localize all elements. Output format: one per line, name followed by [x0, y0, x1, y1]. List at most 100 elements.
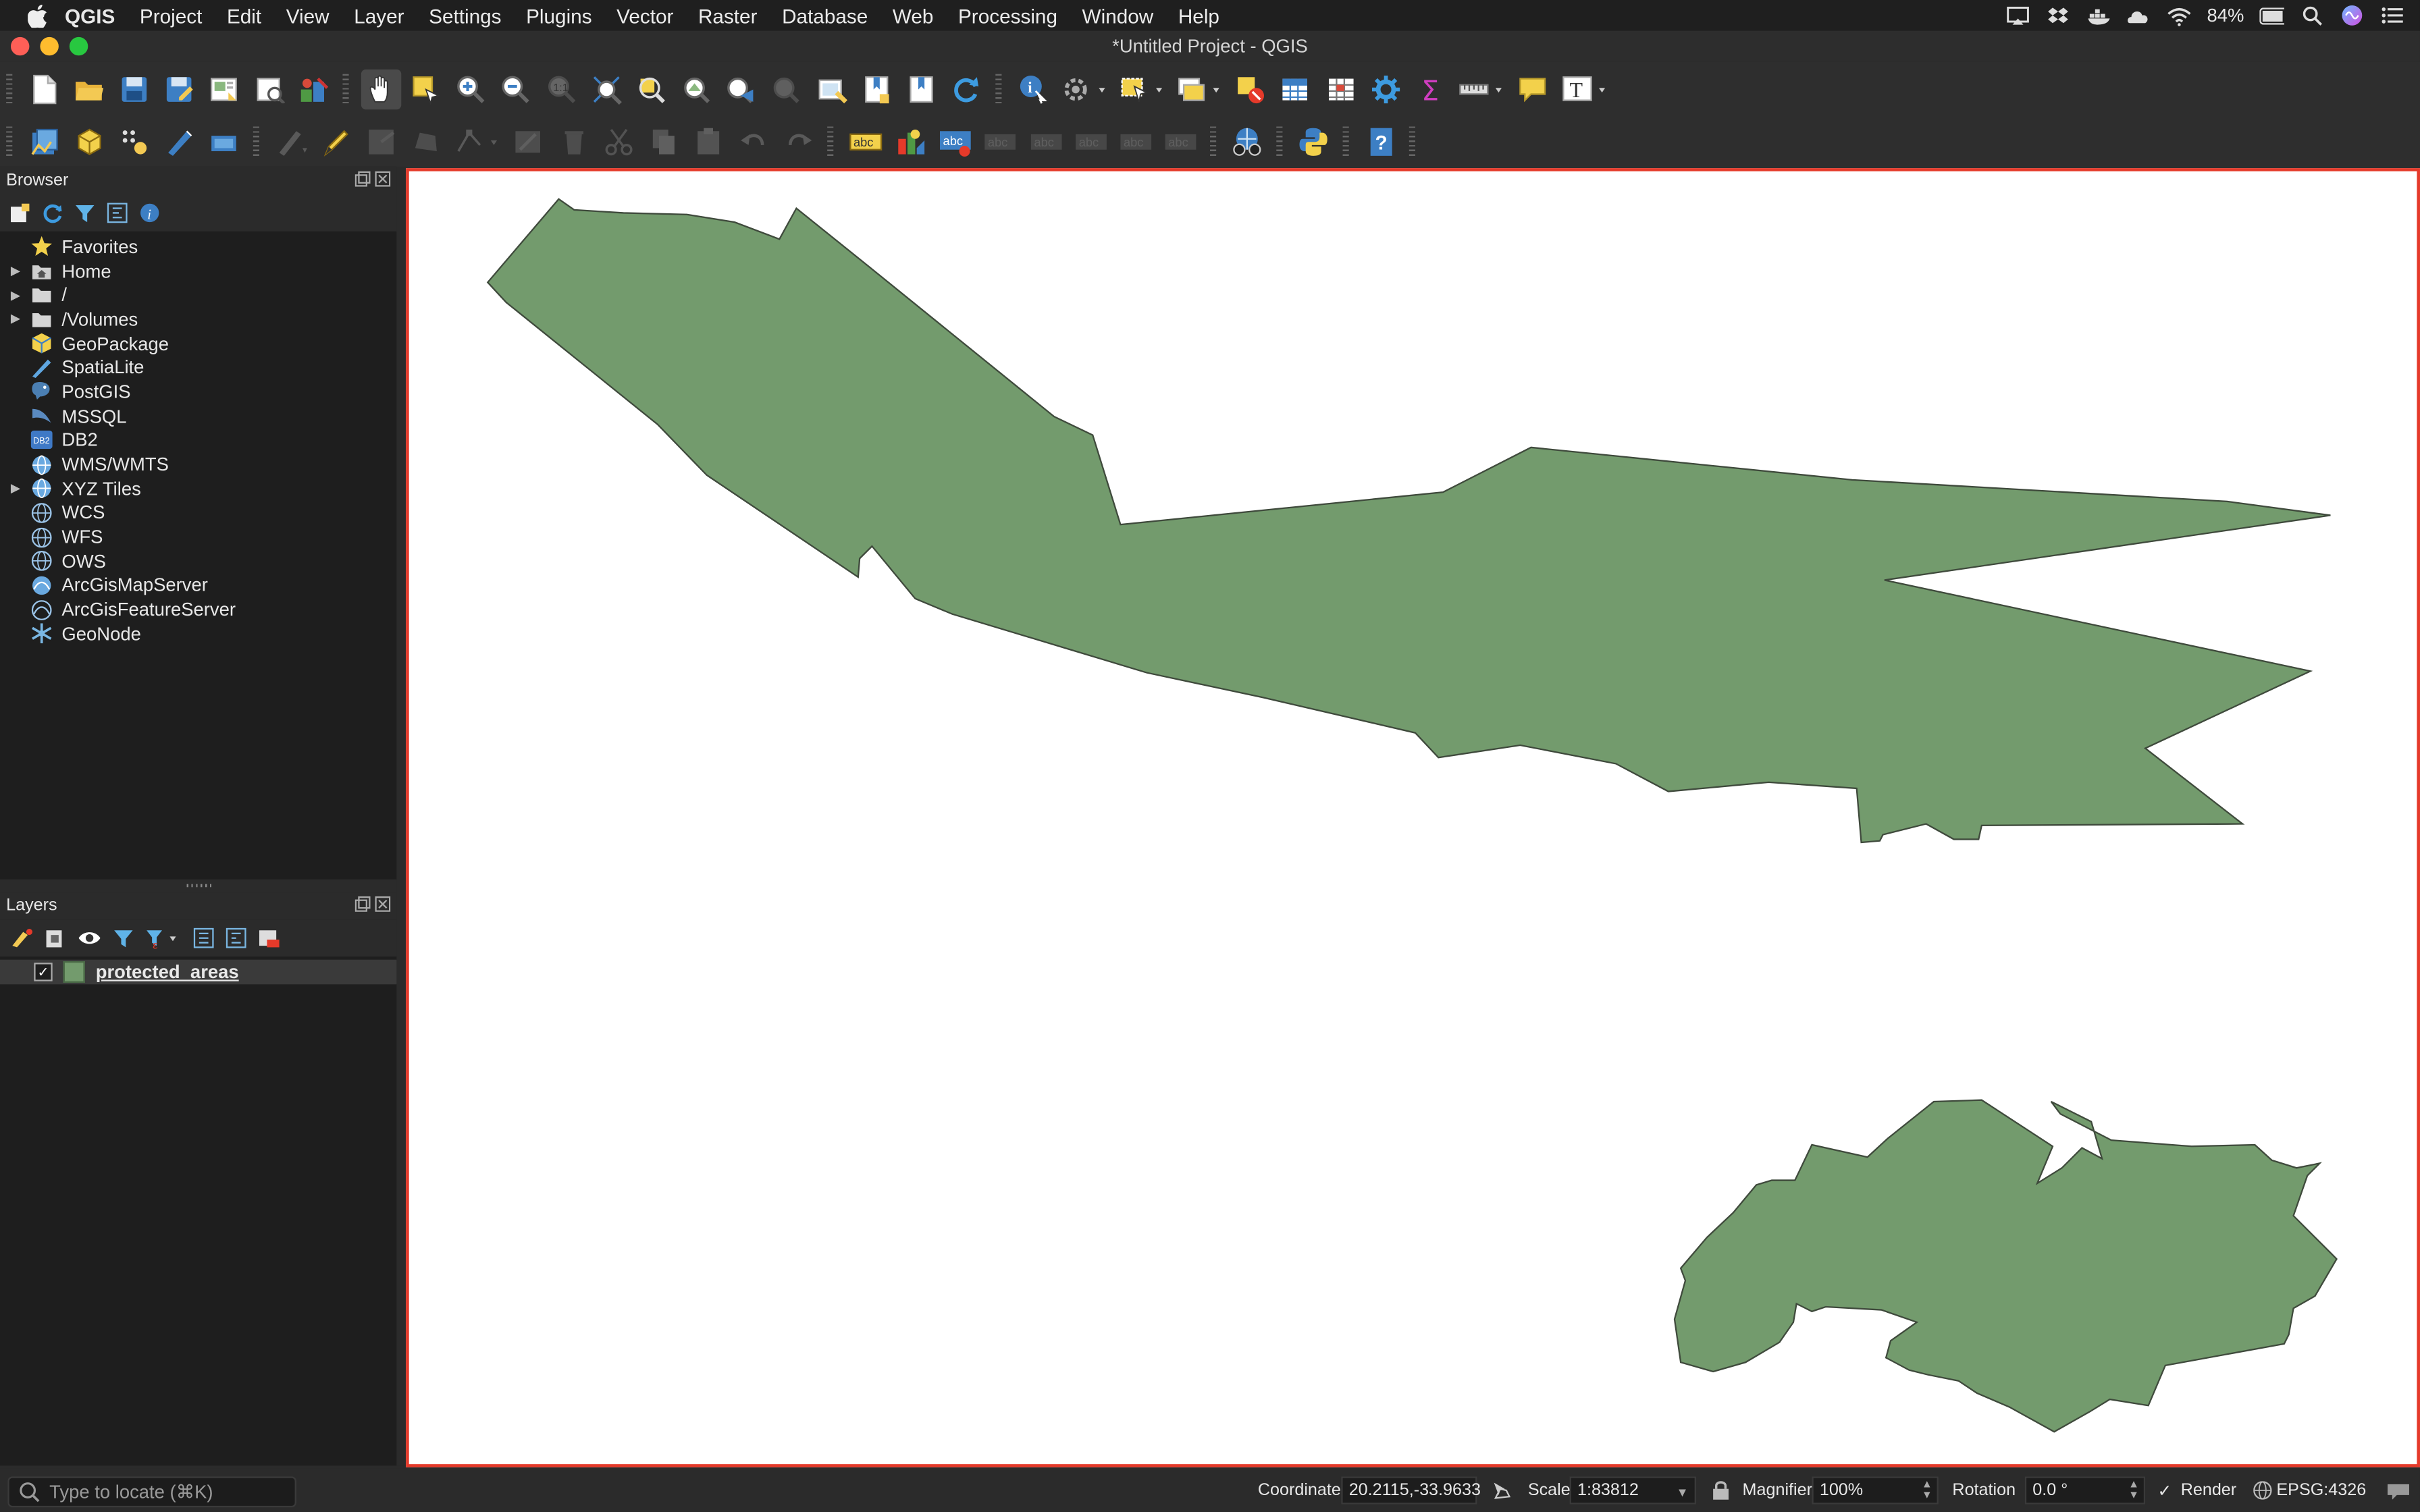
zoom-window-button[interactable] — [69, 36, 88, 56]
toggle-editing-button[interactable] — [316, 121, 356, 161]
deselect-all-button[interactable] — [1230, 69, 1270, 109]
metasearch-icon[interactable] — [1228, 121, 1267, 161]
float-panel-icon[interactable] — [354, 896, 371, 912]
refresh-icon[interactable] — [42, 202, 63, 223]
minimize-window-button[interactable] — [40, 36, 59, 56]
measure-line-button[interactable] — [1456, 69, 1508, 109]
show-bookmarks-button[interactable] — [901, 69, 941, 109]
close-window-button[interactable] — [10, 36, 30, 56]
toolbar-handle[interactable] — [1342, 126, 1349, 157]
crs-globe-icon[interactable] — [2253, 1481, 2272, 1500]
map-canvas[interactable] — [406, 168, 2420, 1467]
crs-button[interactable]: EPSG:4326 — [2276, 1481, 2366, 1499]
help-icon[interactable]: ? — [1361, 121, 1400, 161]
run-feature-action-button[interactable] — [1058, 69, 1111, 109]
delete-selected-button[interactable] — [554, 121, 594, 161]
new-geopackage-layer-button[interactable] — [69, 121, 109, 161]
zoom-to-selection-button[interactable] — [631, 69, 671, 109]
move-label-button[interactable]: abc — [1071, 121, 1111, 161]
menu-view[interactable]: View — [286, 4, 330, 27]
panel-splitter[interactable] — [0, 879, 397, 892]
collapse-all-icon[interactable] — [226, 927, 247, 949]
toolbar-handle[interactable] — [1409, 126, 1416, 157]
filter-by-expression-icon[interactable]: ε — [145, 927, 182, 949]
toolbar-handle[interactable] — [1209, 126, 1216, 157]
zoom-native-resolution-button[interactable]: 1:1 — [541, 69, 581, 109]
pin-labels-button[interactable]: abc — [980, 121, 1020, 161]
browser-item-arcgis-feature-server[interactable]: ArcGisFeatureServer — [0, 597, 396, 622]
filter-icon[interactable] — [74, 202, 96, 223]
new-temporary-layer-button[interactable] — [114, 121, 154, 161]
refresh-button[interactable] — [947, 69, 987, 109]
browser-item-db2[interactable]: DB2 DB2 — [0, 428, 396, 452]
zoom-next-button[interactable] — [766, 69, 806, 109]
settings-gear-icon[interactable] — [1365, 69, 1405, 109]
redo-button[interactable] — [779, 121, 818, 161]
browser-item-geopackage[interactable]: GeoPackage — [0, 331, 396, 356]
save-layer-edits-button[interactable] — [361, 121, 401, 161]
python-console-icon[interactable] — [1294, 121, 1334, 161]
browser-item-root[interactable]: ▶ / — [0, 283, 396, 307]
new-bookmark-button[interactable] — [856, 69, 896, 109]
dock-splitter[interactable] — [396, 166, 406, 1466]
render-checkbox[interactable]: ✓ — [2157, 1481, 2172, 1501]
menu-database[interactable]: Database — [782, 4, 868, 27]
menu-help[interactable]: Help — [1178, 4, 1219, 27]
layer-diagram-button[interactable] — [891, 121, 930, 161]
browser-item-xyz-tiles[interactable]: ▶ XYZ Tiles — [0, 477, 396, 501]
browser-item-favorites[interactable]: Favorites — [0, 234, 396, 259]
new-print-layout-button[interactable] — [204, 69, 244, 109]
menu-settings[interactable]: Settings — [429, 4, 501, 27]
zoom-full-button[interactable] — [586, 69, 626, 109]
layer-symbol-swatch[interactable] — [63, 961, 85, 983]
browser-item-wms-wmts[interactable]: WMS/WMTS — [0, 452, 396, 477]
show-hide-labels-button[interactable]: abc — [1026, 121, 1066, 161]
select-by-value-button[interactable] — [1173, 69, 1226, 109]
rotation-spinbox[interactable]: 0.0 ° ▲ ▼ — [2024, 1476, 2146, 1505]
undo-button[interactable] — [734, 121, 774, 161]
paste-features-button[interactable] — [689, 121, 729, 161]
layout-manager-button[interactable] — [249, 69, 289, 109]
layer-visibility-checkbox[interactable]: ✓ — [34, 963, 53, 981]
browser-item-postgis[interactable]: PostGIS — [0, 380, 396, 404]
add-polygon-feature-button[interactable] — [406, 121, 446, 161]
vertex-tool-button[interactable] — [451, 121, 504, 161]
menu-layer[interactable]: Layer — [354, 4, 404, 27]
zoom-last-button[interactable] — [721, 69, 761, 109]
spinbox-arrows-icon[interactable]: ▲ ▼ — [2128, 1480, 2139, 1501]
toolbar-handle[interactable] — [343, 73, 350, 105]
chevron-down-icon[interactable]: ▼ — [1676, 1486, 1688, 1500]
browser-item-geonode[interactable]: GeoNode — [0, 622, 396, 646]
menu-vector[interactable]: Vector — [616, 4, 673, 27]
style-manager-button[interactable] — [294, 69, 334, 109]
rotate-label-button[interactable]: abc — [1115, 121, 1155, 161]
browser-item-home[interactable]: ▶ Home — [0, 259, 396, 283]
current-edits-button[interactable] — [271, 121, 311, 161]
browser-item-ows[interactable]: OWS — [0, 549, 396, 574]
add-group-icon[interactable] — [45, 927, 66, 949]
toolbar-handle[interactable] — [827, 126, 834, 157]
cut-features-button[interactable] — [598, 121, 638, 161]
lock-scale-icon[interactable] — [1712, 1480, 1730, 1501]
menu-window[interactable]: Window — [1082, 4, 1154, 27]
collapse-all-icon[interactable] — [107, 202, 128, 223]
scale-combo[interactable]: 1:83812 ▼ — [1569, 1476, 1696, 1505]
filter-legend-icon[interactable] — [113, 927, 134, 949]
copy-features-button[interactable] — [643, 121, 683, 161]
siri-icon[interactable] — [2340, 5, 2365, 26]
protected-area-polygon[interactable] — [1673, 1099, 2338, 1433]
close-panel-icon[interactable] — [375, 896, 391, 912]
magnifier-spinbox[interactable]: 100% ▲ ▼ — [1812, 1476, 1939, 1505]
browser-item-wcs[interactable]: WCS — [0, 501, 396, 525]
new-virtual-layer-button[interactable] — [204, 121, 244, 161]
new-project-button[interactable] — [24, 69, 64, 109]
save-project-as-button[interactable] — [159, 69, 199, 109]
spotlight-search-icon[interactable] — [2300, 5, 2325, 26]
apple-menu-icon[interactable] — [25, 3, 50, 28]
zoom-out-button[interactable] — [496, 69, 536, 109]
highlight-pinned-labels-button[interactable]: abc — [935, 121, 975, 161]
expand-arrow-icon[interactable]: ▶ — [0, 264, 31, 278]
identify-features-button[interactable]: i — [1014, 69, 1053, 109]
remove-layer-icon[interactable] — [258, 927, 280, 949]
app-menu-qgis[interactable]: QGIS — [65, 4, 115, 27]
